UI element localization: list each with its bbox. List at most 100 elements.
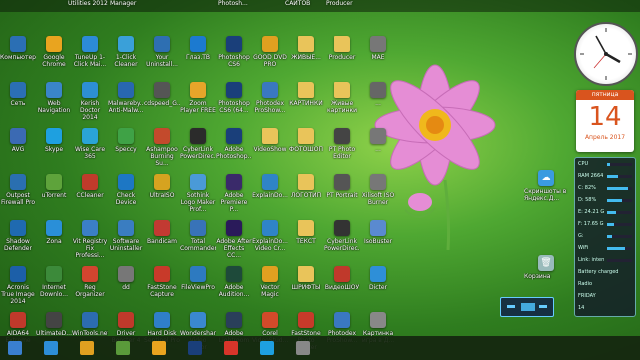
desktop-shortcut[interactable]: Internet Downlo... (36, 264, 72, 310)
desktop-shortcut[interactable]: uTorrent (36, 172, 72, 218)
yandex-icon[interactable] (224, 341, 238, 355)
desktop-shortcut[interactable]: ExplainDo... Video Cr... (252, 218, 288, 264)
desktop-shortcut[interactable]: PT Portrait (324, 172, 360, 218)
network-widget[interactable] (500, 297, 554, 317)
desktop-shortcut[interactable]: Живые картинки (324, 80, 360, 126)
desktop-shortcut[interactable]: 1-Click Cleaner (108, 34, 144, 80)
system-meter-gadget[interactable]: CPU RAM 2664 C: 82% D: 58% E: 24.21 GB F: 17.… (574, 157, 636, 317)
desktop-shortcut[interactable]: ... (360, 80, 396, 126)
desktop-shortcut[interactable]: Dicter (360, 264, 396, 310)
desktop-shortcut[interactable]: МАЕ (360, 34, 396, 80)
desktop-shortcut[interactable]: Google Chrome (36, 34, 72, 80)
desktop-shortcut[interactable]: Глаз.ТВ (180, 34, 216, 80)
ie-icon[interactable] (44, 341, 58, 355)
desktop-shortcut[interactable]: ТЕКСТ (288, 218, 324, 264)
photoshop-icon[interactable] (188, 341, 202, 355)
skype-icon[interactable] (260, 341, 274, 355)
desktop-shortcut[interactable]: VideoShow (252, 126, 288, 172)
top-label[interactable]: Utilities 2012 (68, 0, 108, 7)
desktop-shortcut[interactable]: Zoom Player FREE (180, 80, 216, 126)
desktop-shortcut[interactable]: КАРТИНКИ (288, 80, 324, 126)
desktop-shortcut[interactable]: Wise Care 365 (72, 126, 108, 172)
desktop-shortcut[interactable]: Adobe Audition... (216, 264, 252, 310)
desktop-shortcut[interactable]: PT Photo Editor (324, 126, 360, 172)
shortcut-label: Сеть (10, 100, 26, 107)
desktop-shortcut[interactable]: TuneUp 1-Click Mai... (72, 34, 108, 80)
desktop-shortcut[interactable]: Check Device (108, 172, 144, 218)
top-label[interactable]: САЙТОВ (285, 0, 310, 7)
desktop-shortcut[interactable]: Adobe After Effects CC... (216, 218, 252, 264)
desktop-shortcut[interactable]: ExplainDo... (252, 172, 288, 218)
desktop-shortcut[interactable]: Photoshop CS6 (64... (216, 80, 252, 126)
desktop-shortcut[interactable]: Xilisoft ISO Burner (360, 172, 396, 218)
desktop-shortcut[interactable]: ... (360, 126, 396, 172)
desktop-shortcut[interactable]: AVG (0, 126, 36, 172)
meter-bar (607, 210, 632, 214)
meter-row: C: 82% (575, 182, 635, 194)
desktop-shortcut[interactable]: Photodex ProShow... (252, 80, 288, 126)
desktop-shortcut[interactable]: Vit Registry Fix Professi... (72, 218, 108, 264)
desktop-shortcut[interactable]: Reg Organizer (72, 264, 108, 310)
meter-row: G: (575, 230, 635, 242)
explorer-icon[interactable] (80, 341, 94, 355)
desktop-shortcut[interactable]: ВидеоШОУ (324, 264, 360, 310)
desktop-shortcut[interactable]: IsoBuster (360, 218, 396, 264)
desktop-shortcut[interactable]: ШРИФТЫ (288, 264, 324, 310)
desktop-shortcut[interactable]: Bandicam (144, 218, 180, 264)
recycle-bin-shortcut[interactable]: 🗑 Корзина (524, 253, 568, 280)
desktop-shortcut[interactable]: CyberLink PowerDirec... (180, 126, 216, 172)
faststone-icon (154, 266, 170, 282)
shortcut-label: Adobe Audition... (218, 284, 250, 298)
desktop-shortcut[interactable]: Total Commander (180, 218, 216, 264)
desktop-shortcut[interactable]: CCleaner (72, 172, 108, 218)
desktop-shortcut[interactable]: ФОТОШОП (288, 126, 324, 172)
desktop-shortcut[interactable]: dd (108, 264, 144, 310)
desktop-shortcut[interactable]: Shadow Defender (0, 218, 36, 264)
start-icon[interactable] (8, 341, 22, 355)
chrome-icon (46, 36, 62, 52)
desktop-shortcut[interactable]: Software Uninstaller (108, 218, 144, 264)
desktop-shortcut[interactable]: Skype (36, 126, 72, 172)
desktop-shortcut[interactable]: Photoshop CS6 (216, 34, 252, 80)
desktop-shortcut[interactable]: cdspeed_G... (144, 80, 180, 126)
desktop-shortcut[interactable]: Zona (36, 218, 72, 264)
desktop-shortcut[interactable]: Сеть (0, 80, 36, 126)
clock-gadget[interactable] (574, 22, 638, 86)
cut-icon[interactable] (296, 341, 310, 355)
desktop-shortcut[interactable]: Adobe Photoshop... (216, 126, 252, 172)
shortcut-label: PT Photo Editor (328, 146, 356, 160)
meter-bar (607, 222, 632, 226)
desktop-shortcut[interactable]: CyberLink PowerDirec... (324, 218, 360, 264)
yandex-disk-screenshots-shortcut[interactable]: ☁ Скриншоты в Яндекс.Д... (524, 168, 568, 202)
media-icon[interactable] (116, 341, 130, 355)
desktop-shortcut[interactable]: Vector Magic (252, 264, 288, 310)
shortcut-label: Your Uninstall... (146, 54, 178, 68)
desktop-shortcut[interactable]: GOOD DVD PRO (252, 34, 288, 80)
desktop-shortcut[interactable]: ЛОГОТИП (288, 172, 324, 218)
desktop-shortcut[interactable]: Kerish Doctor 2014 (72, 80, 108, 126)
calendar-gadget[interactable]: пятница 14 Апрель 2017 (576, 90, 634, 152)
yandex-disk-icon: ☁ (538, 170, 554, 186)
folder-icon (298, 128, 314, 144)
desktop-shortcut[interactable]: FileViewPro (180, 264, 216, 310)
desktop-shortcut[interactable]: Web Navigation (36, 80, 72, 126)
desktop-shortcut[interactable]: UltraISO (144, 172, 180, 218)
desktop-shortcut[interactable]: Ashampoo Burning Su... (144, 126, 180, 172)
desktop-shortcut[interactable]: Malwareby... Anti-Malw... (108, 80, 144, 126)
top-label[interactable]: Manager (110, 0, 136, 7)
desktop-shortcut[interactable]: Speccy (108, 126, 144, 172)
desktop-shortcut[interactable]: Adobe Premiere P... (216, 172, 252, 218)
desktop-shortcut[interactable]: ЖИВЫЕ... (288, 34, 324, 80)
chrome-icon[interactable] (152, 341, 166, 355)
desktop-shortcut[interactable]: Acronis True Image 2014 (0, 264, 36, 310)
desktop-shortcut[interactable]: Your Uninstall... (144, 34, 180, 80)
desktop-shortcut[interactable]: Producer (324, 34, 360, 80)
idm-icon (46, 266, 62, 282)
desktop-shortcut[interactable]: FastStone Capture (144, 264, 180, 310)
desktop-shortcut[interactable]: Outpost Firewall Pro (0, 172, 36, 218)
malware-icon (118, 82, 134, 98)
top-label[interactable]: Producer (326, 0, 353, 7)
desktop-shortcut[interactable]: Sothink Logo Maker Prof... (180, 172, 216, 218)
desktop-shortcut[interactable]: Компьютер (0, 34, 36, 80)
top-label[interactable]: Photosh... (218, 0, 248, 7)
